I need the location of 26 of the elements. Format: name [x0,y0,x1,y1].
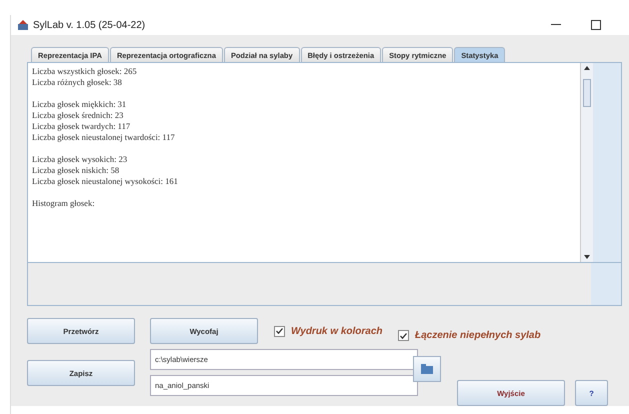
checkmark-icon [400,332,407,338]
statistics-line: Histogram głosek: [32,198,95,208]
checkbox-label: Łączenie niepełnych sylab [415,330,541,341]
statistics-line: Liczba głosek nieustalonej twardości: 117 [32,132,175,142]
folder-icon [420,363,434,375]
folder-button[interactable] [413,356,441,382]
statistics-line: Liczba wszystkich głosek: 265 [32,66,137,76]
scrollbar[interactable] [580,63,593,262]
statistics-line: Liczba głosek nieustalonej wysokości: 161 [32,176,178,186]
scroll-up-icon[interactable] [584,66,590,70]
statistics-line: Liczba różnych głosek: 38 [32,77,122,87]
scroll-down-icon[interactable] [584,255,590,259]
scroll-thumb-icon[interactable] [583,78,591,106]
minimize-icon[interactable] [551,24,561,26]
statistics-line: Liczba głosek niskich: 58 [32,165,120,175]
maximize-icon[interactable] [591,20,601,30]
statistics-line: Liczba głosek miękkich: 31 [32,99,126,109]
checkbox[interactable] [398,330,409,341]
statistics-line: Liczba głosek twardych: 117 [32,121,130,131]
checkbox[interactable] [274,326,285,336]
app-logo-icon [17,19,29,31]
checkmark-icon [276,328,283,334]
statistics-line: Liczba głosek wysokich: 23 [32,154,128,164]
checkbox-label: Wydruk w kolorach [291,326,383,336]
statistics-line: Liczba głosek średnich: 23 [32,110,124,120]
window-title: SylLab v. 1.05 (25-04-22) [33,20,146,30]
